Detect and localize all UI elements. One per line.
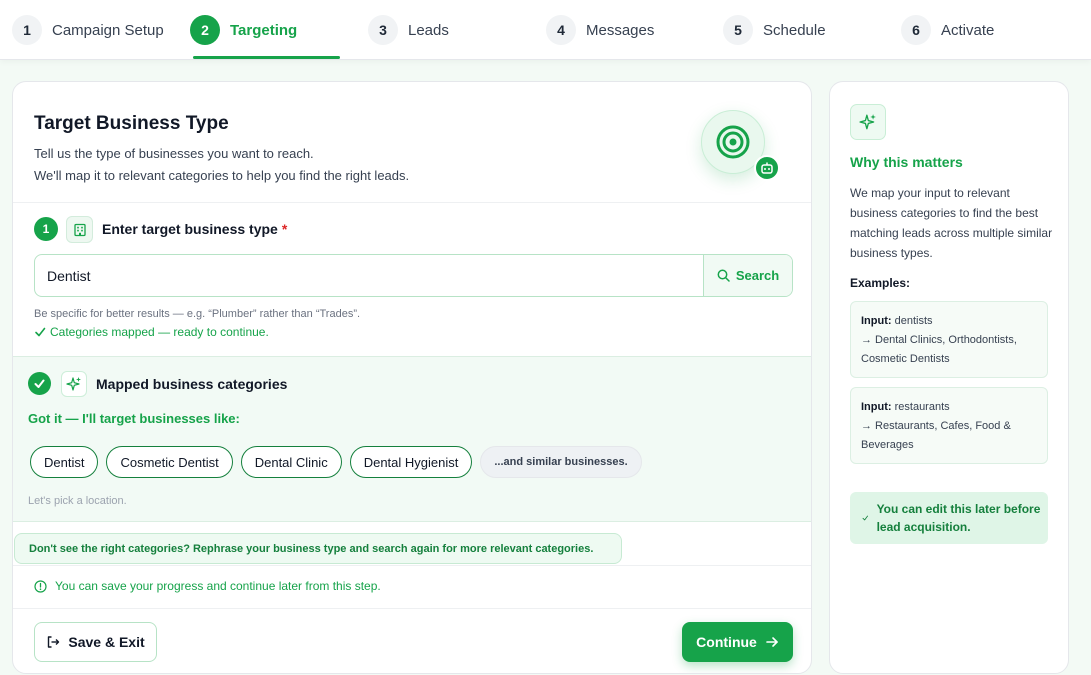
mapped-intro: Got it — I'll target businesses like:: [28, 411, 240, 426]
example-input: restaurants: [894, 401, 950, 413]
example-output: → Dental Clinics, Orthodontists, Cosmeti…: [861, 334, 1017, 365]
page-description: Tell us the type of businesses you want …: [34, 143, 409, 187]
mapped-title: Mapped business categories: [96, 376, 288, 392]
example-input-label: Input:: [861, 401, 892, 413]
step-activate[interactable]: 6 Activate: [901, 0, 994, 60]
step-label: Activate: [941, 21, 995, 39]
category-chip[interactable]: Dentist: [30, 446, 99, 478]
step-number: 6: [901, 15, 931, 45]
check-icon: [862, 515, 869, 521]
edit-later-text: You can edit this later before lead acqu…: [876, 502, 1041, 534]
step-number: 3: [368, 15, 398, 45]
active-step-underline: [193, 56, 340, 59]
page-title: Target Business Type: [34, 113, 229, 134]
example-input-label: Input:: [861, 315, 892, 327]
mapped-status-text: Categories mapped — ready to continue.: [50, 325, 269, 339]
continue-button[interactable]: Continue: [682, 622, 793, 662]
field-step-badge: 1: [34, 217, 58, 241]
side-description: We map your input to relevant business c…: [850, 186, 1053, 260]
step-number: 1: [12, 15, 42, 45]
step-messages[interactable]: 4 Messages: [546, 0, 654, 60]
input-hint: Be specific for better results — e.g. “P…: [34, 308, 361, 320]
edit-later-note: You can edit this later before lead acqu…: [850, 492, 1048, 544]
step-schedule[interactable]: 5 Schedule: [723, 0, 826, 60]
step-campaign-setup[interactable]: 1 Campaign Setup: [12, 0, 164, 60]
divider: [13, 565, 811, 566]
save-progress-note: You can save your progress and continue …: [34, 579, 381, 593]
info-icon: [34, 579, 47, 593]
arrow-right-icon: [766, 637, 778, 647]
mapped-status: Categories mapped — ready to continue.: [34, 325, 269, 339]
step-label: Messages: [586, 21, 655, 39]
step-label: Schedule: [763, 21, 826, 39]
mapped-categories-panel: Mapped business categories Got it — I'll…: [13, 356, 811, 522]
search-icon: [717, 269, 730, 282]
building-icon: [66, 216, 93, 243]
description-line: We'll map it to relevant categories to h…: [34, 168, 410, 183]
step-leads[interactable]: 3 Leads: [368, 0, 449, 60]
business-type-input-group: Search: [34, 254, 793, 297]
save-progress-text: You can save your progress and continue …: [55, 579, 381, 593]
examples-label: Examples:: [850, 276, 911, 290]
why-this-matters-card: Why this matters We map your input to re…: [829, 81, 1069, 674]
required-mark: *: [281, 221, 288, 237]
side-title: Why this matters: [850, 154, 963, 170]
step-label: Leads: [408, 21, 449, 39]
category-chip[interactable]: Dental Clinic: [240, 446, 342, 478]
step-targeting[interactable]: 2 Targeting: [190, 0, 297, 60]
check-icon: [35, 327, 46, 337]
example-input: dentists: [894, 315, 933, 327]
continue-label: Continue: [696, 634, 757, 650]
search-button[interactable]: Search: [703, 255, 792, 296]
category-chip[interactable]: Cosmetic Dentist: [106, 446, 233, 478]
logout-icon: [48, 636, 60, 648]
business-type-input[interactable]: [35, 255, 705, 296]
save-exit-label: Save & Exit: [68, 634, 145, 650]
category-chips: Dentist Cosmetic Dentist Dental Clinic D…: [30, 446, 642, 478]
next-step-hint: Let's pick a location.: [28, 495, 127, 507]
step-number: 4: [546, 15, 576, 45]
rephrase-tip: Don't see the right categories? Rephrase…: [14, 533, 622, 564]
progress-stepper: 1 Campaign Setup 2 Targeting 3 Leads 4 M…: [0, 0, 1091, 60]
sparkle-icon: [61, 371, 87, 397]
category-chip[interactable]: Dental Hygienist: [349, 446, 473, 478]
divider: [13, 202, 811, 203]
step-label: Targeting: [230, 21, 298, 39]
targeting-card: Target Business Type Tell us the type of…: [12, 81, 812, 674]
example-card: Input: restaurants → Restaurants, Cafes,…: [850, 387, 1048, 464]
description-line: Tell us the type of businesses you want …: [34, 146, 314, 161]
save-exit-button[interactable]: Save & Exit: [34, 622, 157, 662]
field-label-text: Enter target business type: [102, 221, 278, 237]
example-card: Input: dentists → Dental Clinics, Orthod…: [850, 301, 1048, 378]
field-label: Enter target business type *: [102, 221, 287, 237]
step-number: 5: [723, 15, 753, 45]
sparkle-icon: [850, 104, 886, 140]
search-button-label: Search: [735, 268, 780, 283]
similar-businesses-chip: ...and similar businesses.: [480, 446, 642, 478]
divider: [13, 608, 811, 609]
example-output: → Restaurants, Cafes, Food & Beverages: [861, 420, 1011, 451]
bot-icon: [754, 155, 780, 181]
step-label: Campaign Setup: [52, 21, 164, 39]
step-number: 2: [190, 15, 220, 45]
check-circle-icon: [28, 372, 51, 395]
